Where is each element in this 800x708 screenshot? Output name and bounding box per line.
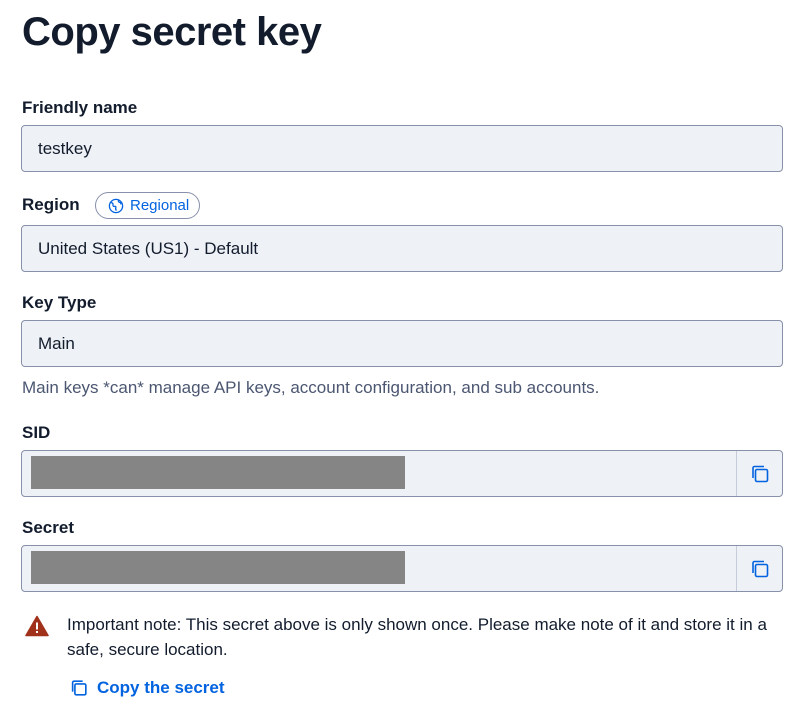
copy-sid-button[interactable]	[736, 451, 782, 496]
key-type-help-text: Main keys *can* manage API keys, account…	[22, 378, 600, 397]
key-type-label: Key Type	[22, 293, 97, 312]
region-value: United States (US1) - Default	[38, 238, 259, 258]
globe-icon	[108, 198, 124, 213]
regional-badge: Regional	[95, 192, 201, 219]
key-type-value: Main	[38, 333, 75, 353]
friendly-name-field[interactable]: testkey	[21, 125, 783, 172]
key-type-field[interactable]: Main	[21, 320, 783, 367]
secret-field[interactable]	[21, 545, 783, 592]
region-label: Region	[22, 195, 80, 214]
warning-icon	[25, 615, 49, 637]
sid-redacted-value	[31, 456, 405, 489]
copy-secret-field-button[interactable]	[736, 546, 782, 591]
copy-the-secret-label: Copy the secret	[97, 678, 225, 697]
region-field[interactable]: United States (US1) - Default	[21, 225, 783, 272]
friendly-name-value: testkey	[38, 138, 92, 158]
copy-secret-key-page: Copy secret key Friendly name testkey Re…	[0, 0, 800, 708]
page-title: Copy secret key	[22, 10, 322, 54]
friendly-name-label: Friendly name	[22, 98, 138, 117]
sid-field[interactable]	[21, 450, 783, 497]
regional-badge-label: Regional	[130, 197, 190, 214]
copy-the-secret-link[interactable]: Copy the secret	[69, 678, 225, 698]
important-note-text: Important note: This secret above is onl…	[67, 615, 767, 659]
secret-label: Secret	[22, 518, 74, 537]
sid-label: SID	[22, 423, 51, 442]
secret-redacted-value	[31, 551, 405, 584]
copy-icon	[751, 465, 768, 482]
copy-icon	[71, 680, 87, 696]
copy-icon	[751, 560, 768, 577]
